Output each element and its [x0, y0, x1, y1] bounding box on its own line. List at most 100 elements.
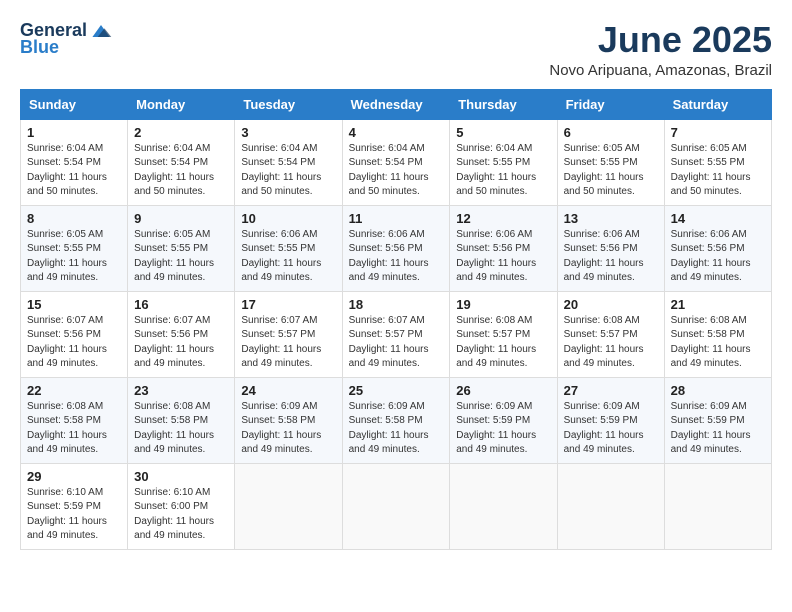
calendar-cell [450, 463, 557, 549]
day-number: 25 [349, 383, 444, 398]
day-info: Sunrise: 6:06 AM Sunset: 5:56 PM Dayligh… [564, 228, 658, 286]
title-section: June 2025 Novo Aripuana, Amazonas, Brazi… [549, 20, 772, 79]
day-info: Sunrise: 6:05 AM Sunset: 5:55 PM Dayligh… [671, 142, 765, 200]
day-number: 16 [134, 297, 228, 312]
calendar-header-monday: Monday [128, 89, 235, 119]
calendar-header-friday: Friday [557, 89, 664, 119]
day-info: Sunrise: 6:09 AM Sunset: 5:58 PM Dayligh… [241, 400, 335, 458]
calendar-cell: 10 Sunrise: 6:06 AM Sunset: 5:55 PM Dayl… [235, 205, 342, 291]
calendar-cell: 21 Sunrise: 6:08 AM Sunset: 5:58 PM Dayl… [664, 291, 771, 377]
calendar-cell: 12 Sunrise: 6:06 AM Sunset: 5:56 PM Dayl… [450, 205, 557, 291]
calendar-cell: 26 Sunrise: 6:09 AM Sunset: 5:59 PM Dayl… [450, 377, 557, 463]
calendar-cell: 1 Sunrise: 6:04 AM Sunset: 5:54 PM Dayli… [21, 119, 128, 205]
day-number: 15 [27, 297, 121, 312]
day-number: 3 [241, 125, 335, 140]
calendar-cell [235, 463, 342, 549]
calendar-cell: 2 Sunrise: 6:04 AM Sunset: 5:54 PM Dayli… [128, 119, 235, 205]
day-info: Sunrise: 6:09 AM Sunset: 5:58 PM Dayligh… [349, 400, 444, 458]
day-info: Sunrise: 6:05 AM Sunset: 5:55 PM Dayligh… [564, 142, 658, 200]
calendar-cell: 4 Sunrise: 6:04 AM Sunset: 5:54 PM Dayli… [342, 119, 450, 205]
day-info: Sunrise: 6:04 AM Sunset: 5:54 PM Dayligh… [134, 142, 228, 200]
day-number: 12 [456, 211, 550, 226]
day-number: 19 [456, 297, 550, 312]
calendar-cell: 28 Sunrise: 6:09 AM Sunset: 5:59 PM Dayl… [664, 377, 771, 463]
calendar-cell: 20 Sunrise: 6:08 AM Sunset: 5:57 PM Dayl… [557, 291, 664, 377]
day-info: Sunrise: 6:09 AM Sunset: 5:59 PM Dayligh… [456, 400, 550, 458]
day-info: Sunrise: 6:08 AM Sunset: 5:57 PM Dayligh… [456, 314, 550, 372]
calendar-cell: 25 Sunrise: 6:09 AM Sunset: 5:58 PM Dayl… [342, 377, 450, 463]
day-number: 11 [349, 211, 444, 226]
calendar-week-row: 1 Sunrise: 6:04 AM Sunset: 5:54 PM Dayli… [21, 119, 772, 205]
calendar-cell: 5 Sunrise: 6:04 AM Sunset: 5:55 PM Dayli… [450, 119, 557, 205]
day-number: 17 [241, 297, 335, 312]
calendar-cell: 16 Sunrise: 6:07 AM Sunset: 5:56 PM Dayl… [128, 291, 235, 377]
calendar-cell: 23 Sunrise: 6:08 AM Sunset: 5:58 PM Dayl… [128, 377, 235, 463]
day-number: 18 [349, 297, 444, 312]
calendar-header-tuesday: Tuesday [235, 89, 342, 119]
calendar-cell: 13 Sunrise: 6:06 AM Sunset: 5:56 PM Dayl… [557, 205, 664, 291]
calendar-week-row: 22 Sunrise: 6:08 AM Sunset: 5:58 PM Dayl… [21, 377, 772, 463]
day-number: 24 [241, 383, 335, 398]
calendar-cell: 7 Sunrise: 6:05 AM Sunset: 5:55 PM Dayli… [664, 119, 771, 205]
day-number: 9 [134, 211, 228, 226]
day-info: Sunrise: 6:04 AM Sunset: 5:54 PM Dayligh… [349, 142, 444, 200]
day-info: Sunrise: 6:04 AM Sunset: 5:54 PM Dayligh… [241, 142, 335, 200]
page-header: General Blue June 2025 Novo Aripuana, Am… [20, 20, 772, 79]
calendar-cell: 30 Sunrise: 6:10 AM Sunset: 6:00 PM Dayl… [128, 463, 235, 549]
day-info: Sunrise: 6:07 AM Sunset: 5:56 PM Dayligh… [134, 314, 228, 372]
day-number: 8 [27, 211, 121, 226]
day-number: 22 [27, 383, 121, 398]
calendar-cell: 29 Sunrise: 6:10 AM Sunset: 5:59 PM Dayl… [21, 463, 128, 549]
day-info: Sunrise: 6:04 AM Sunset: 5:55 PM Dayligh… [456, 142, 550, 200]
day-info: Sunrise: 6:10 AM Sunset: 5:59 PM Dayligh… [27, 486, 121, 544]
day-number: 13 [564, 211, 658, 226]
calendar-cell: 14 Sunrise: 6:06 AM Sunset: 5:56 PM Dayl… [664, 205, 771, 291]
calendar-week-row: 8 Sunrise: 6:05 AM Sunset: 5:55 PM Dayli… [21, 205, 772, 291]
calendar-table: SundayMondayTuesdayWednesdayThursdayFrid… [20, 89, 772, 550]
day-info: Sunrise: 6:05 AM Sunset: 5:55 PM Dayligh… [27, 228, 121, 286]
day-number: 23 [134, 383, 228, 398]
calendar-cell: 19 Sunrise: 6:08 AM Sunset: 5:57 PM Dayl… [450, 291, 557, 377]
day-number: 4 [349, 125, 444, 140]
calendar-cell: 15 Sunrise: 6:07 AM Sunset: 5:56 PM Dayl… [21, 291, 128, 377]
calendar-header-sunday: Sunday [21, 89, 128, 119]
day-number: 2 [134, 125, 228, 140]
day-info: Sunrise: 6:08 AM Sunset: 5:58 PM Dayligh… [27, 400, 121, 458]
calendar-header-saturday: Saturday [664, 89, 771, 119]
day-info: Sunrise: 6:10 AM Sunset: 6:00 PM Dayligh… [134, 486, 228, 544]
day-info: Sunrise: 6:05 AM Sunset: 5:55 PM Dayligh… [134, 228, 228, 286]
calendar-cell [342, 463, 450, 549]
day-number: 20 [564, 297, 658, 312]
day-number: 10 [241, 211, 335, 226]
day-info: Sunrise: 6:04 AM Sunset: 5:54 PM Dayligh… [27, 142, 121, 200]
logo: General Blue [20, 20, 113, 58]
day-info: Sunrise: 6:06 AM Sunset: 5:56 PM Dayligh… [671, 228, 765, 286]
calendar-cell: 11 Sunrise: 6:06 AM Sunset: 5:56 PM Dayl… [342, 205, 450, 291]
calendar-cell [664, 463, 771, 549]
day-info: Sunrise: 6:07 AM Sunset: 5:57 PM Dayligh… [349, 314, 444, 372]
calendar-cell: 24 Sunrise: 6:09 AM Sunset: 5:58 PM Dayl… [235, 377, 342, 463]
calendar-cell: 17 Sunrise: 6:07 AM Sunset: 5:57 PM Dayl… [235, 291, 342, 377]
day-info: Sunrise: 6:06 AM Sunset: 5:55 PM Dayligh… [241, 228, 335, 286]
calendar-cell: 18 Sunrise: 6:07 AM Sunset: 5:57 PM Dayl… [342, 291, 450, 377]
logo-icon [89, 21, 113, 41]
day-number: 29 [27, 469, 121, 484]
calendar-cell: 22 Sunrise: 6:08 AM Sunset: 5:58 PM Dayl… [21, 377, 128, 463]
day-info: Sunrise: 6:07 AM Sunset: 5:57 PM Dayligh… [241, 314, 335, 372]
calendar-cell [557, 463, 664, 549]
day-number: 14 [671, 211, 765, 226]
day-info: Sunrise: 6:07 AM Sunset: 5:56 PM Dayligh… [27, 314, 121, 372]
calendar-header-thursday: Thursday [450, 89, 557, 119]
month-year-title: June 2025 [549, 20, 772, 60]
day-info: Sunrise: 6:09 AM Sunset: 5:59 PM Dayligh… [564, 400, 658, 458]
day-number: 5 [456, 125, 550, 140]
calendar-cell: 27 Sunrise: 6:09 AM Sunset: 5:59 PM Dayl… [557, 377, 664, 463]
location-subtitle: Novo Aripuana, Amazonas, Brazil [549, 62, 772, 79]
day-info: Sunrise: 6:06 AM Sunset: 5:56 PM Dayligh… [349, 228, 444, 286]
calendar-header-wednesday: Wednesday [342, 89, 450, 119]
day-number: 6 [564, 125, 658, 140]
day-number: 1 [27, 125, 121, 140]
day-number: 7 [671, 125, 765, 140]
day-number: 21 [671, 297, 765, 312]
calendar-week-row: 15 Sunrise: 6:07 AM Sunset: 5:56 PM Dayl… [21, 291, 772, 377]
